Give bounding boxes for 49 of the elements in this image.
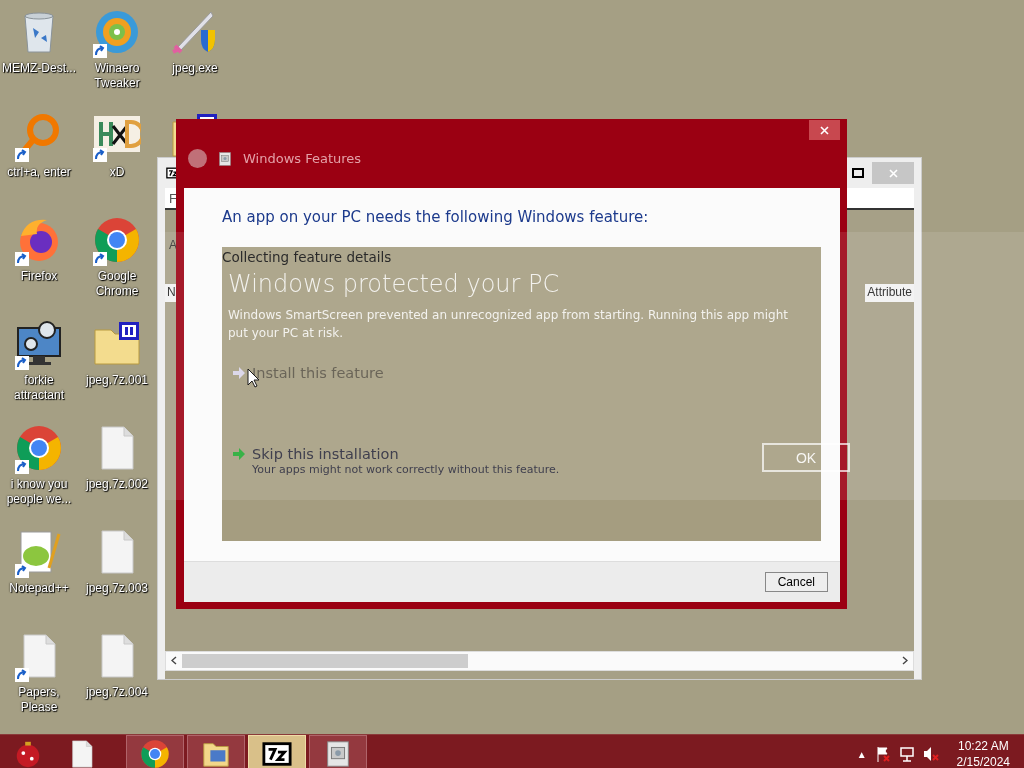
flag-icon[interactable] <box>874 746 891 762</box>
monitor-gears-icon <box>15 320 63 368</box>
close-icon <box>820 125 829 135</box>
clock[interactable]: 10:22 AM 2/15/2024 <box>956 738 1010 768</box>
icon-label[interactable]: jpeg.exe <box>157 61 233 76</box>
overlay-title: Windows protected your PC <box>228 270 560 300</box>
scroll-thumb[interactable] <box>182 654 468 668</box>
icon-label[interactable]: jpeg.7z.001 <box>79 373 155 388</box>
ok-button[interactable]: OK <box>762 443 850 472</box>
icon-label[interactable]: Papers, Please <box>1 685 77 715</box>
volume-muted-icon[interactable] <box>922 746 939 762</box>
browser-icon <box>93 216 141 264</box>
icon-label[interactable]: Google Chrome <box>79 269 155 299</box>
column-header[interactable]: Attribute <box>865 284 914 302</box>
browser-icon <box>15 424 63 472</box>
close-button[interactable] <box>809 120 840 140</box>
option-link[interactable]: Skip this installation <box>252 446 399 462</box>
option-description: Your apps might not work correctly without this feature. <box>252 463 560 476</box>
browser-icon <box>140 739 170 768</box>
chevron-right-icon <box>902 656 908 665</box>
icon-label[interactable]: i know you people we... <box>1 477 77 507</box>
show-hidden-icons-button[interactable]: ▲ <box>856 748 867 760</box>
icon-label[interactable]: Notepad++ <box>1 581 77 596</box>
overlay-message: Windows SmartScreen prevented an unrecognized app from starting. Running this app might put your PC at risk. <box>228 307 789 342</box>
close-icon <box>888 168 898 178</box>
features-icon <box>217 150 233 167</box>
icon-label[interactable]: jpeg.7z.002 <box>79 477 155 492</box>
icon-label[interactable]: jpeg.7z.004 <box>79 685 155 700</box>
window-title: Windows Features <box>243 151 362 166</box>
icon-label[interactable]: jpeg.7z.003 <box>79 581 155 596</box>
maximize-icon <box>852 168 864 178</box>
chevron-left-icon <box>171 656 177 665</box>
archiver-icon <box>262 739 292 768</box>
menu-item[interactable]: F <box>169 190 177 206</box>
status-text: Collecting feature details <box>222 248 392 265</box>
column-header[interactable]: N <box>165 284 178 302</box>
horizontal-scrollbar[interactable] <box>165 651 914 671</box>
cancel-button[interactable]: Cancel <box>764 572 828 592</box>
circle-icon <box>188 149 207 168</box>
icon-label[interactable]: Firefox <box>1 269 77 284</box>
icon-label[interactable]: MEMZ-Dest... <box>1 61 77 76</box>
icon-label[interactable]: ctrl+a, enter <box>1 165 77 180</box>
network-icon[interactable] <box>898 746 915 762</box>
address-label: A <box>168 238 177 254</box>
icon-label[interactable]: forkie attractant <box>1 373 77 403</box>
heading: An app on your PC needs the following Windows feature: <box>221 207 650 228</box>
icon-label[interactable]: xD <box>79 165 155 180</box>
swirl-icon <box>93 8 141 56</box>
icon-label[interactable]: Winaero Tweaker <box>79 61 155 91</box>
